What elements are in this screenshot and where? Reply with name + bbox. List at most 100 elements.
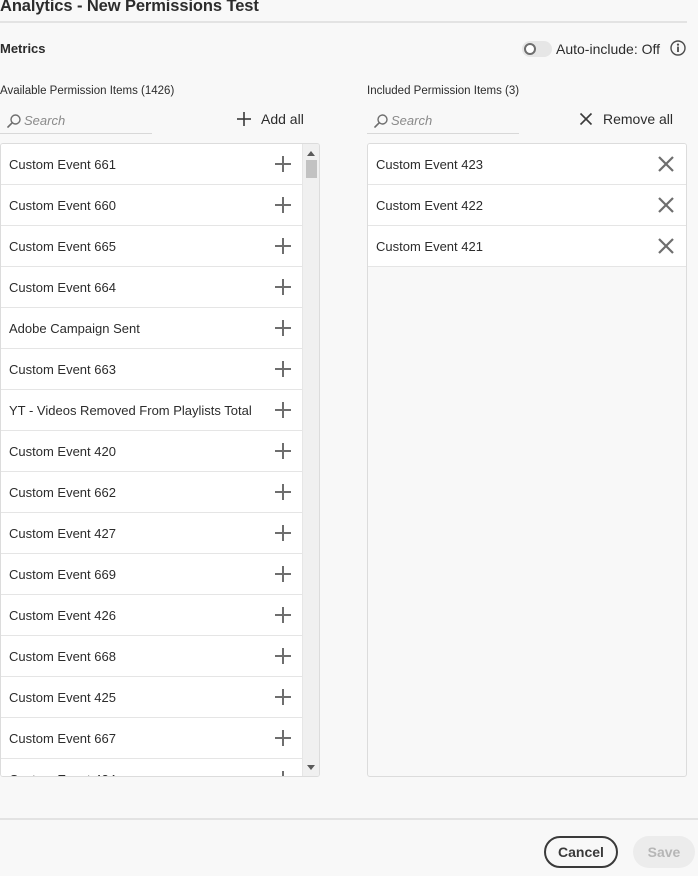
title-divider	[0, 21, 687, 23]
add-item-button[interactable]	[263, 718, 303, 758]
add-item-button[interactable]	[263, 554, 303, 594]
available-items-list[interactable]: Custom Event 661 Custom Event 660 Custom E…	[0, 143, 320, 777]
plus-icon	[275, 730, 291, 746]
list-item-label: Custom Event 421	[376, 238, 483, 254]
section-label: Metrics	[0, 41, 46, 56]
add-item-button[interactable]	[263, 144, 303, 184]
list-item[interactable]: Custom Event 422	[368, 185, 686, 226]
toggle-knob	[524, 43, 536, 55]
add-item-button[interactable]	[263, 472, 303, 512]
plus-icon	[275, 361, 291, 377]
plus-icon	[275, 648, 291, 664]
list-item-label: Custom Event 425	[9, 689, 116, 705]
list-item-label: Custom Event 427	[9, 525, 116, 541]
remove-all-button[interactable]: Remove all	[579, 109, 673, 129]
close-icon	[579, 112, 593, 126]
plus-icon	[275, 566, 291, 582]
list-item[interactable]: Custom Event 423	[368, 144, 686, 185]
add-all-button[interactable]: Add all	[237, 109, 304, 129]
add-item-button[interactable]	[263, 677, 303, 717]
scroll-up-arrow-icon[interactable]	[303, 146, 319, 160]
add-item-button[interactable]	[263, 185, 303, 225]
list-item-label: Custom Event 661	[9, 156, 116, 172]
list-item[interactable]: Custom Event 426	[1, 595, 303, 636]
list-item[interactable]: YT - Videos Removed From Playlists Total	[1, 390, 303, 431]
close-icon	[658, 156, 674, 172]
permissions-dialog: Analytics - New Permissions Test Metrics…	[0, 0, 698, 876]
search-icon	[374, 113, 388, 128]
plus-icon	[275, 156, 291, 172]
save-button[interactable]: Save	[633, 836, 695, 868]
list-item[interactable]: Custom Event 665	[1, 226, 303, 267]
search-icon	[7, 113, 21, 128]
list-item-label: Custom Event 667	[9, 730, 116, 746]
list-item[interactable]: Custom Event 424	[1, 759, 303, 777]
add-item-button[interactable]	[263, 308, 303, 348]
list-item[interactable]: Custom Event 421	[368, 226, 686, 267]
plus-icon	[275, 484, 291, 500]
remove-item-button[interactable]	[646, 185, 686, 225]
included-rows: Custom Event 423 Custom Event 422 Custom E…	[368, 144, 686, 267]
list-item[interactable]: Custom Event 427	[1, 513, 303, 554]
list-item[interactable]: Custom Event 420	[1, 431, 303, 472]
list-item-label: Custom Event 662	[9, 484, 116, 500]
add-item-button[interactable]	[263, 390, 303, 430]
list-item[interactable]: Custom Event 425	[1, 677, 303, 718]
list-item-label: Custom Event 426	[9, 607, 116, 623]
list-item-label: Custom Event 665	[9, 238, 116, 254]
remove-item-button[interactable]	[646, 226, 686, 266]
list-item[interactable]: Custom Event 660	[1, 185, 303, 226]
auto-include-label: Auto-include: Off	[556, 41, 661, 57]
included-items-list[interactable]: Custom Event 423 Custom Event 422 Custom E…	[367, 143, 687, 777]
list-item-label: YT - Videos Removed From Playlists Total	[9, 402, 252, 418]
add-item-button[interactable]	[263, 349, 303, 389]
dialog-title: Analytics - New Permissions Test	[0, 0, 259, 15]
close-icon	[658, 197, 674, 213]
plus-icon	[275, 197, 291, 213]
plus-icon	[275, 771, 291, 776]
plus-icon	[275, 320, 291, 336]
scrollbar-thumb[interactable]	[306, 160, 317, 178]
add-item-button[interactable]	[263, 431, 303, 471]
scrollbar[interactable]	[302, 144, 319, 776]
list-item[interactable]: Custom Event 667	[1, 718, 303, 759]
add-item-button[interactable]	[263, 267, 303, 307]
list-item-label: Custom Event 424	[9, 772, 116, 777]
close-icon	[658, 238, 674, 254]
included-search-input[interactable]	[391, 113, 511, 128]
add-item-button[interactable]	[263, 636, 303, 676]
list-item-label: Adobe Campaign Sent	[9, 320, 140, 336]
list-item[interactable]: Custom Event 662	[1, 472, 303, 513]
available-items-title: Available Permission Items (1426)	[0, 85, 175, 97]
plus-icon	[275, 607, 291, 623]
add-item-button[interactable]	[263, 513, 303, 553]
cancel-button[interactable]: Cancel	[544, 836, 618, 868]
plus-icon	[275, 443, 291, 459]
auto-include-toggle[interactable]	[522, 41, 552, 57]
scroll-down-arrow-icon[interactable]	[303, 760, 319, 774]
list-item[interactable]: Custom Event 669	[1, 554, 303, 595]
list-item[interactable]: Adobe Campaign Sent	[1, 308, 303, 349]
list-item-label: Custom Event 664	[9, 279, 116, 295]
add-item-button[interactable]	[263, 226, 303, 266]
add-all-label: Add all	[261, 111, 304, 127]
remove-item-button[interactable]	[646, 144, 686, 184]
list-item-label: Custom Event 422	[376, 197, 483, 213]
list-item[interactable]: Custom Event 663	[1, 349, 303, 390]
list-item-label: Custom Event 420	[9, 443, 116, 459]
remove-all-label: Remove all	[603, 111, 674, 127]
plus-icon	[275, 525, 291, 541]
list-item[interactable]: Custom Event 664	[1, 267, 303, 308]
info-icon[interactable]	[670, 40, 686, 56]
included-search	[367, 108, 519, 134]
add-item-button[interactable]	[263, 759, 303, 776]
plus-icon	[275, 238, 291, 254]
list-item[interactable]: Custom Event 661	[1, 144, 303, 185]
list-item[interactable]: Custom Event 668	[1, 636, 303, 677]
available-search	[0, 108, 152, 134]
plus-icon	[275, 689, 291, 705]
available-search-input[interactable]	[24, 113, 144, 128]
available-rows: Custom Event 661 Custom Event 660 Custom E…	[1, 144, 303, 777]
plus-icon	[275, 402, 291, 418]
add-item-button[interactable]	[263, 595, 303, 635]
